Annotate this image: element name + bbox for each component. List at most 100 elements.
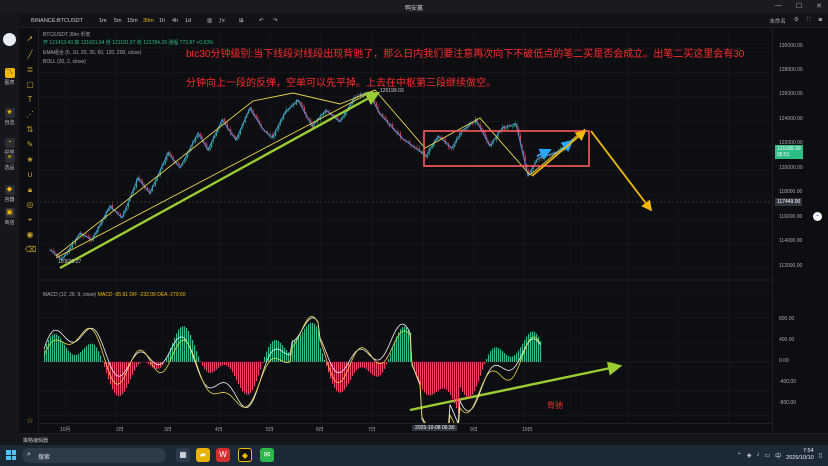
maximize-button[interactable]: ☐ <box>796 2 802 10</box>
bell-icon: ◔ <box>4 138 15 148</box>
redo-icon[interactable]: ↷ <box>273 18 278 24</box>
indicators-icon[interactable]: ƒx <box>219 18 225 24</box>
macd-bar <box>490 351 492 362</box>
sidebar-item-label: 商店 <box>4 220 15 226</box>
sidebar-item-store[interactable]: ▣ 商店 <box>0 208 19 226</box>
strategy-editor-tab[interactable]: 策略编辑器 <box>23 437 48 444</box>
timeframe-15m[interactable]: 15m <box>127 18 138 24</box>
macd-bar <box>306 326 308 362</box>
camera-icon[interactable]: ◙ <box>819 17 822 25</box>
chart-toolbar: BINANCE:BTCUSDT 1m 5m 15m 30m 1h 4h 1d ▥… <box>19 13 828 28</box>
text-icon[interactable]: T <box>25 95 35 105</box>
macd-bar <box>494 347 496 362</box>
windows-start-icon[interactable] <box>6 450 16 460</box>
candle-body <box>87 235 89 237</box>
sidebar-item-watchlist[interactable]: ★ 自选 <box>0 108 19 126</box>
candle-body <box>481 127 483 130</box>
eye-icon[interactable]: ◉ <box>25 230 35 240</box>
sidebar-item-chart[interactable]: 〽 图表 <box>0 68 19 86</box>
task-view-icon[interactable]: ▦ <box>176 448 190 462</box>
macd-bar <box>320 348 322 362</box>
network-icon[interactable]: ◈ <box>747 452 752 459</box>
timeframe-4h[interactable]: 4h <box>172 18 178 24</box>
candle-type-icon[interactable]: ▥ <box>207 18 212 24</box>
macd-bar <box>506 354 508 362</box>
timeframe-5m[interactable]: 5m <box>114 18 122 24</box>
taskbar-search[interactable]: ⌕ 搜索 <box>22 448 166 463</box>
trendline-icon[interactable]: ╱ <box>25 50 35 60</box>
macd-bar <box>206 362 208 372</box>
candles <box>49 91 566 262</box>
analysis-text-line1: btc30分钟级别:当下线段对线段出现背驰了，那么日内我们要注意再次向下不破低点… <box>186 49 745 60</box>
macd-bar <box>120 362 122 396</box>
timeframe-1d[interactable]: 1d <box>185 18 191 24</box>
macd-bar <box>242 362 244 392</box>
macd-bar <box>54 333 56 362</box>
time-tick: 7日 <box>368 427 376 433</box>
fullscreen-icon[interactable]: ⛶ <box>807 17 811 25</box>
candle-body <box>383 116 385 118</box>
window-title: 鸭安赢 <box>404 6 423 12</box>
time-axis[interactable]: 10月 2日 3日 4日 5日 6日 7日 2025-10-08 06:30 9… <box>40 423 772 433</box>
trash-icon[interactable]: ⌫ <box>25 245 36 255</box>
hide-icon[interactable]: ◎ <box>25 200 35 210</box>
candle-body <box>199 133 201 136</box>
price-tick: 112000.00 <box>779 263 803 269</box>
timeframe-1h[interactable]: 1h <box>159 18 165 24</box>
macd-bar <box>432 362 434 395</box>
app-sidebar: 〽 图表 ★ 自选 ◔ 提醒 ≡ 选品 ◆ 容器 ▣ 商店 <box>0 13 19 445</box>
price-axis[interactable]: 130000.00 128000.00 126000.00 124000.00 … <box>772 28 828 433</box>
layout-icon[interactable]: ⊞ <box>239 18 244 24</box>
macd-bar <box>66 347 68 362</box>
timeframe-30m[interactable]: 30m <box>143 18 154 24</box>
scroll-to-latest-icon[interactable]: ⌁ <box>813 212 822 221</box>
avatar[interactable] <box>3 33 16 46</box>
taskbar-clock[interactable]: 7:54 2025/10/10 <box>786 448 814 462</box>
macd-bar <box>182 326 184 362</box>
chevron-up-icon[interactable]: ⌃ <box>737 452 742 459</box>
macd-bar <box>436 362 438 392</box>
macd-bar <box>300 334 302 362</box>
cursor-icon[interactable]: ➚ <box>25 34 35 44</box>
macd-bar <box>226 362 228 366</box>
macd-bar <box>184 326 186 362</box>
macd-bar <box>528 333 530 362</box>
macd-bar <box>386 362 388 365</box>
battery-icon[interactable]: ▭ <box>764 452 770 459</box>
fib-icon[interactable]: ≣ <box>25 65 35 75</box>
candle-body <box>407 141 409 142</box>
file-explorer-icon[interactable]: ▰ <box>196 448 210 462</box>
notification-icon[interactable]: ▯ <box>819 452 822 459</box>
shape-icon[interactable]: ▢ <box>25 80 35 90</box>
pattern-icon[interactable]: ⋰ <box>25 110 35 120</box>
star-bottom-icon[interactable]: ☆ <box>25 416 35 426</box>
sidebar-item-container[interactable]: ◆ 容器 <box>0 185 19 203</box>
wechat-icon[interactable]: ✉ <box>260 448 274 462</box>
macd-bar <box>302 331 304 362</box>
macd-bar <box>284 347 286 362</box>
magnet-icon[interactable]: ∪ <box>25 170 35 180</box>
brush-icon[interactable]: ✎ <box>25 140 35 150</box>
trading-app-icon[interactable]: ◆ <box>238 448 252 462</box>
sidebar-item-picks[interactable]: ≡ 选品 <box>0 153 19 171</box>
close-button[interactable]: ✕ <box>816 2 822 10</box>
forecast-icon[interactable]: ⇅ <box>25 125 35 135</box>
wps-icon[interactable]: W <box>216 448 230 462</box>
settings-icon[interactable]: ⚙ <box>794 17 799 25</box>
macd-bar <box>358 362 360 369</box>
target-icon[interactable]: ⌖ <box>25 215 35 225</box>
timeframe-1m[interactable]: 1m <box>99 18 107 24</box>
price-tick: 130000.00 <box>779 43 803 49</box>
language-icon[interactable]: 中 <box>775 451 781 460</box>
symbol-selector[interactable]: BINANCE:BTCUSDT <box>31 18 83 24</box>
macd-bar <box>406 327 408 362</box>
lock-icon[interactable]: 🔒︎ <box>25 185 35 195</box>
volume-icon[interactable]: ♪ <box>756 452 759 458</box>
chart-area[interactable]: BTC/USDT 30m 币安 开 121413.43 高 121631.54 … <box>40 28 772 443</box>
macd-bar <box>102 361 104 362</box>
undo-icon[interactable]: ↶ <box>259 18 264 24</box>
macd-bar <box>428 362 430 396</box>
favorite-icon[interactable]: ★ <box>25 155 35 165</box>
save-layout-button[interactable]: 未命名 <box>769 17 786 25</box>
minimize-button[interactable]: — <box>775 2 782 10</box>
